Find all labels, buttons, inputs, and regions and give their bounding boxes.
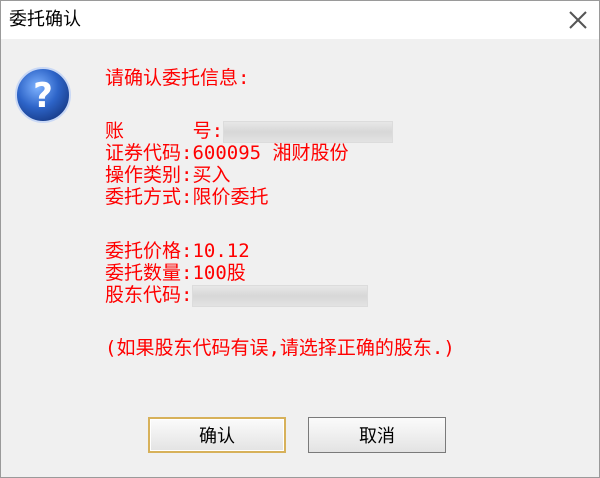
op-label: 操作类别: [105,164,193,186]
code-row: 证券代码:600095 湘财股份 [105,142,349,164]
op-row: 操作类别:买入 [105,164,230,186]
confirm-button[interactable]: 确认 [148,417,286,453]
close-button[interactable] [561,3,595,37]
method-label: 委托方式: [105,186,193,208]
account-row: 账 号: [105,120,394,143]
window-title: 委托确认 [9,9,81,30]
question-icon: ? [13,65,73,125]
qty-label: 委托数量: [105,262,193,284]
price-row: 委托价格:10.12 [105,240,250,262]
holder-row: 股东代码: [105,284,369,307]
account-label: 账 号: [105,120,224,142]
method-value: 限价委托 [192,186,269,208]
dialog-content: ? 请确认委托信息: 账 号: 证券代码:600095 湘财股份 操作类别:买入… [1,39,599,477]
code-value: 600095 湘财股份 [192,142,349,164]
code-label: 证券代码: [105,142,193,164]
confirm-button-label: 确认 [199,426,235,447]
cancel-button-label: 取消 [359,426,395,447]
holder-masked-value [192,284,369,307]
qty-row: 委托数量:100股 [105,262,246,284]
svg-text:?: ? [33,76,53,116]
method-row: 委托方式:限价委托 [105,186,268,208]
note-text: (如果股东代码有误,请选择正确的股东.) [105,337,455,359]
cancel-button[interactable]: 取消 [308,417,446,453]
op-value: 买入 [192,164,231,186]
holder-label: 股东代码: [105,284,193,306]
message-heading: 请确认委托信息: [105,67,250,89]
price-label: 委托价格: [105,240,193,262]
account-masked-value [223,120,394,143]
price-value: 10.12 [192,240,250,262]
close-icon [569,11,587,29]
titlebar[interactable]: 委托确认 [1,1,599,39]
confirm-dialog: 委托确认 ? 请确认委托信息: 账 号: 证券代码:600095 湘财股份 操作… [0,0,600,478]
qty-value: 100股 [192,262,246,284]
